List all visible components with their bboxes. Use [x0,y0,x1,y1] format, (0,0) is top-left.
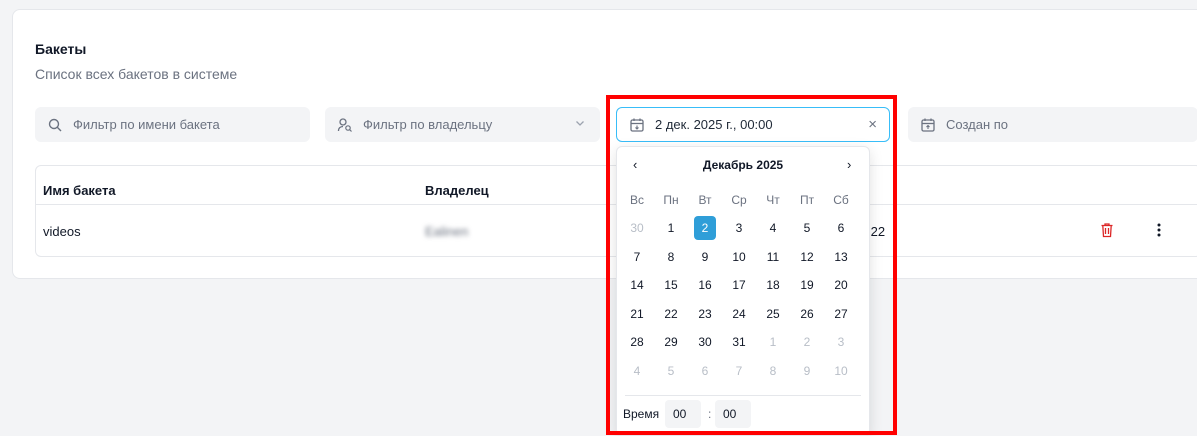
calendar-day[interactable]: 13 [824,246,858,268]
trash-icon[interactable] [1100,222,1114,243]
calendar-day[interactable]: 4 [620,360,654,382]
page-subtitle: Список всех бакетов в системе [35,66,238,82]
calendar-day[interactable]: 25 [756,303,790,325]
owner-cell: Ealinen [425,224,469,239]
calendar-day[interactable]: 11 [756,246,790,268]
calendar-day[interactable]: 7 [722,360,756,382]
bucket-name-cell[interactable]: videos [43,224,81,239]
weekday-label: Вс [629,193,644,207]
weekday-label: Чт [766,193,780,207]
calendar-day-selected[interactable]: 2 [688,216,722,240]
weekday-label: Ср [731,193,747,207]
user-search-icon [337,117,353,133]
next-month-button[interactable]: › [847,157,851,172]
calendar-day[interactable]: 30 [688,331,722,353]
calendar-day[interactable]: 17 [722,274,756,296]
time-colon: : [708,407,712,421]
calendar-day[interactable]: 18 [756,274,790,296]
more-vertical-icon[interactable] [1156,222,1162,243]
calendar-day[interactable]: 6 [688,360,722,382]
calendar-day[interactable]: 24 [722,303,756,325]
calendar-day[interactable]: 28 [620,331,654,353]
time-label: Время [623,407,660,421]
bucket-name-filter-placeholder: Фильтр по имени бакета [73,117,220,132]
calendar-day[interactable]: 19 [790,274,824,296]
created-to-filter[interactable]: Создан по [908,107,1197,142]
calendar-day[interactable]: 1 [756,331,790,353]
calendar-icon [629,117,645,133]
calendar-day[interactable]: 12 [790,246,824,268]
chevron-down-icon [574,117,586,132]
calendar-day[interactable]: 20 [824,274,858,296]
calendar-day[interactable]: 16 [688,274,722,296]
calendar-day[interactable]: 15 [654,274,688,296]
calendar-day[interactable]: 23 [688,303,722,325]
calendar-day[interactable]: 8 [756,360,790,382]
calendar-day[interactable]: 10 [824,360,858,382]
calendar-day[interactable]: 14 [620,274,654,296]
created-to-placeholder: Создан по [946,117,1009,132]
calendar-day[interactable]: 22 [654,303,688,325]
datepicker-popup: ‹ Декабрь 2025 › Вс Пн Вт Ср Чт Пт Сб 30 1 2 3 4 5 6 7… [616,146,870,436]
calendar-day[interactable]: 26 [790,303,824,325]
calendar-day[interactable]: 21 [620,303,654,325]
column-header-bucket-name[interactable]: Имя бакета [43,183,116,198]
created-from-filter[interactable]: 2 дек. 2025 г., 00:00 × [616,107,890,142]
calendar-day[interactable]: 10 [722,246,756,268]
calendar-day[interactable]: 9 [688,246,722,268]
owner-filter-placeholder: Фильтр по владельцу [363,117,493,132]
close-icon[interactable]: × [868,116,877,133]
owner-filter-select[interactable]: Фильтр по владельцу [325,107,600,142]
calendar-day[interactable]: 4 [756,217,790,239]
calendar-day[interactable]: 3 [722,217,756,239]
calendar-day[interactable]: 2 [790,331,824,353]
weekday-label: Пт [799,193,815,207]
column-header-owner[interactable]: Владелец [425,183,489,198]
calendar-day[interactable]: 5 [654,360,688,382]
calendar-day[interactable]: 31 [722,331,756,353]
weekday-label: Вт [698,193,712,207]
calendar-day[interactable]: 27 [824,303,858,325]
search-icon [47,117,63,133]
hours-input[interactable]: 00 [665,400,701,428]
calendar-day[interactable]: 7 [620,246,654,268]
page-title: Бакеты [35,41,87,57]
bucket-name-filter[interactable]: Фильтр по имени бакета [35,107,310,142]
calendar-day[interactable]: 9 [790,360,824,382]
month-label[interactable]: Декабрь 2025 [617,158,869,172]
minutes-input[interactable]: 00 [715,400,751,428]
calendar-day[interactable]: 8 [654,246,688,268]
calendar-day[interactable]: 6 [824,217,858,239]
calendar-day[interactable]: 29 [654,331,688,353]
calendar-day[interactable]: 30 [620,217,654,239]
calendar-day[interactable]: 5 [790,217,824,239]
weekday-label: Пн [663,193,679,207]
calendar-day[interactable]: 1 [654,217,688,239]
created-from-value: 2 дек. 2025 г., 00:00 [655,117,773,132]
calendar-day[interactable]: 3 [824,331,858,353]
time-divider [625,395,861,396]
weekday-label: Сб [833,193,849,207]
calendar-icon [920,117,936,133]
